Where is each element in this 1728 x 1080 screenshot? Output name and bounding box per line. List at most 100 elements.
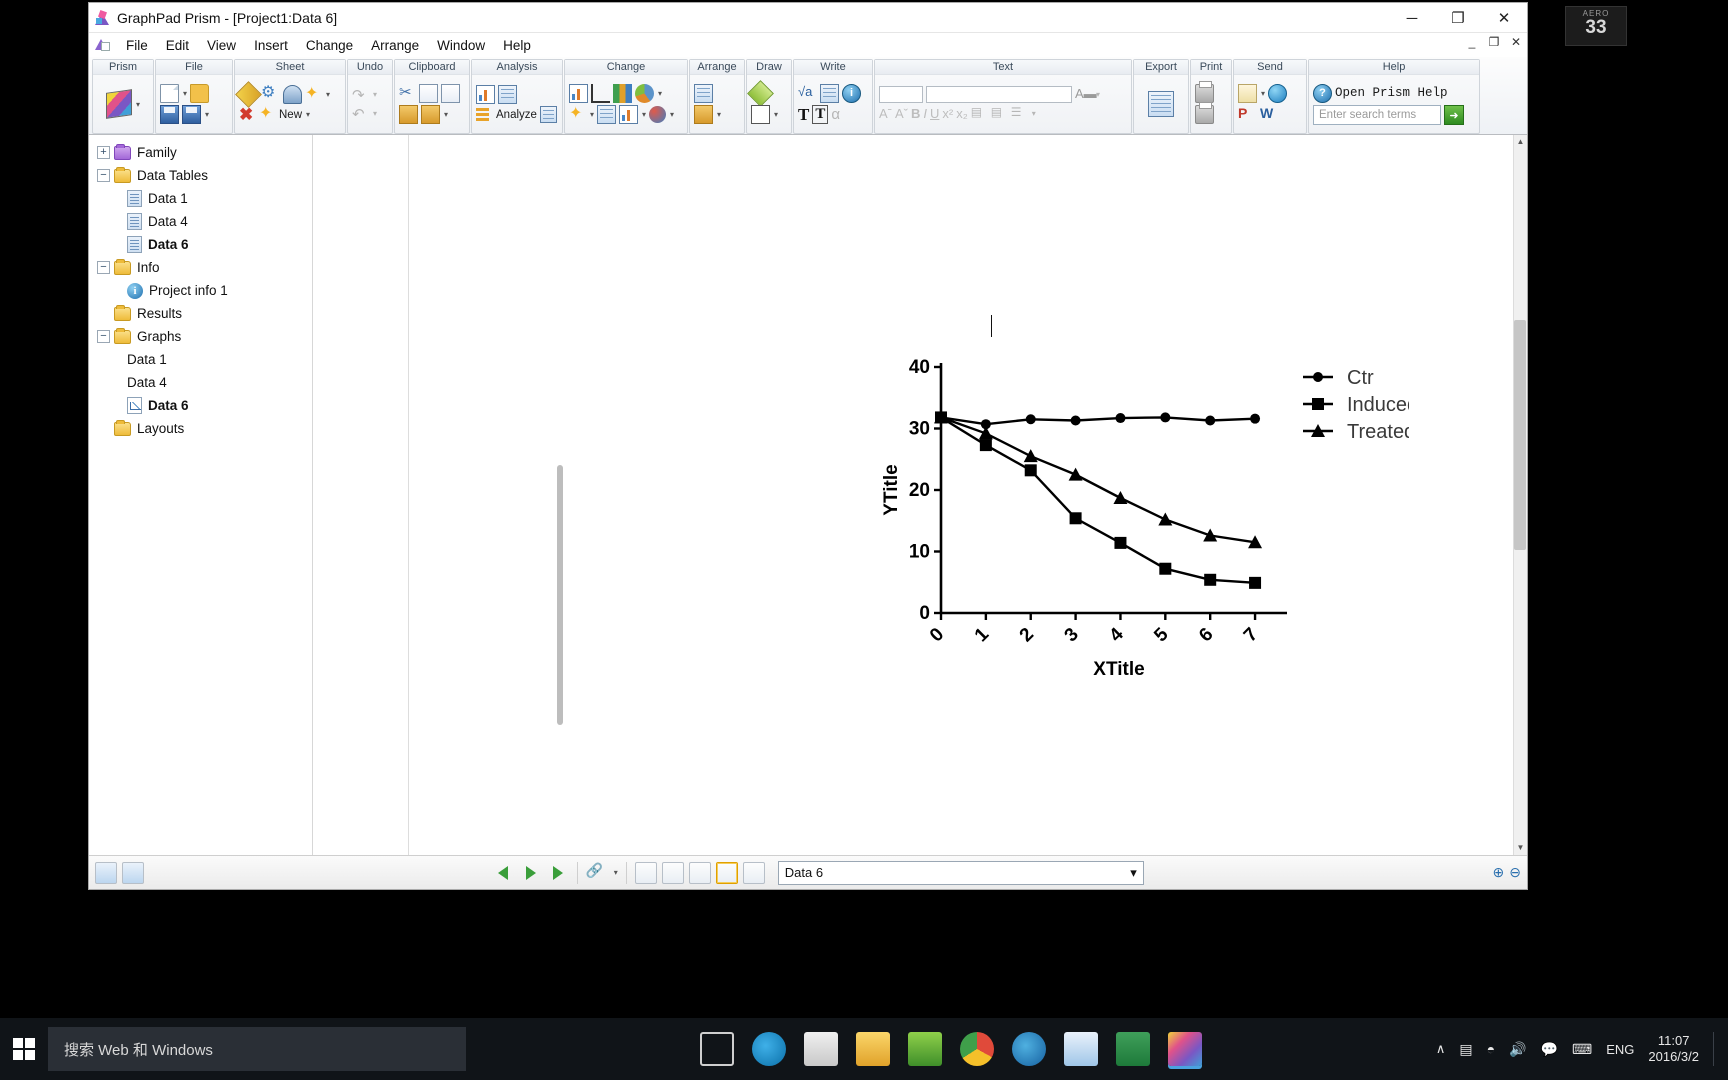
new-sheet-star-icon[interactable]: ✦ xyxy=(259,106,276,123)
sidebar-item-graphs[interactable]: − Graphs xyxy=(93,325,312,348)
zoom-in-button[interactable]: ⊕ xyxy=(1493,864,1505,881)
duplicate-sheet-icon[interactable] xyxy=(283,85,302,104)
sheet-selector-dropdown[interactable]: Data 6 ▾ xyxy=(777,860,1144,885)
analyze-label[interactable]: Analyze xyxy=(496,109,537,121)
equation-icon[interactable]: √a xyxy=(798,84,817,103)
pin-sheet-icon[interactable]: ✦ xyxy=(305,86,322,103)
mdi-restore-button[interactable]: ❐ xyxy=(1487,35,1501,49)
show-desktop-button[interactable] xyxy=(1713,1032,1714,1066)
sidebar-item-family[interactable]: + Family xyxy=(93,141,312,164)
print-icon[interactable] xyxy=(1195,81,1214,103)
sidebar-item-graph-data-4[interactable]: Data 4 xyxy=(93,371,312,394)
prism-taskbar-icon[interactable] xyxy=(1167,1032,1202,1066)
change-symbols-icon[interactable] xyxy=(635,84,654,103)
send-email-caret-icon[interactable]: ▾ xyxy=(1261,89,1265,98)
close-button[interactable]: ✕ xyxy=(1481,3,1527,33)
scroll-up-arrow-icon[interactable]: ▲ xyxy=(1514,135,1527,149)
cut-icon[interactable]: ✂ xyxy=(399,85,416,102)
insert-info-icon[interactable]: i xyxy=(842,84,861,104)
link-caret-icon[interactable]: ▾ xyxy=(614,868,618,877)
decrease-font-button[interactable]: Aˇ xyxy=(895,106,908,121)
chrome-browser-icon[interactable] xyxy=(959,1032,994,1066)
goto-info-icon[interactable] xyxy=(661,861,684,884)
new-sheet-label[interactable]: New xyxy=(279,109,302,121)
tray-battery-icon[interactable]: ▤ xyxy=(1459,1041,1472,1058)
sidebar-item-project-info-1[interactable]: i Project info 1 xyxy=(93,279,312,302)
messenger-icon[interactable] xyxy=(907,1032,942,1066)
taskbar-search-input[interactable]: 搜索 Web 和 Windows xyxy=(48,1027,466,1071)
graph-canvas-area[interactable]: 0 10 20 30 40 0 12 3456 7 XTitle YTitle Ctr Induced T… xyxy=(313,135,1527,855)
undo-icon[interactable]: ↶ xyxy=(352,105,369,123)
open-prism-help-button[interactable]: Open Prism Help xyxy=(1335,86,1448,100)
draw-shape-icon[interactable] xyxy=(747,80,774,107)
goto-sheet-button[interactable] xyxy=(547,862,569,884)
taskbar-clock[interactable]: 11:07 2016/3/2 xyxy=(1648,1033,1699,1066)
text-tool-icon[interactable]: T xyxy=(798,106,809,123)
underline-button[interactable]: U xyxy=(930,106,939,121)
tray-expand-chevron-icon[interactable]: ∧ xyxy=(1436,1041,1446,1057)
help-question-icon[interactable]: ? xyxy=(1313,83,1332,103)
draw-rectangle-icon[interactable] xyxy=(751,105,770,124)
tray-network-icon[interactable]: ◓ xyxy=(1487,1041,1495,1057)
sidebar-item-layouts[interactable]: Layouts xyxy=(93,417,312,440)
sidebar-item-data-table-1[interactable]: Data 1 xyxy=(93,187,312,210)
zoom-out-button[interactable]: ⊖ xyxy=(1509,864,1521,881)
export-image-icon[interactable] xyxy=(1148,91,1174,117)
goto-results-icon[interactable] xyxy=(688,861,711,884)
change-data-icon[interactable] xyxy=(619,105,639,124)
tray-language-indicator[interactable]: ENG xyxy=(1606,1042,1634,1057)
start-button[interactable] xyxy=(0,1018,48,1080)
greek-symbol-icon[interactable]: α xyxy=(831,106,848,123)
magic-icon[interactable]: ✦ xyxy=(569,106,586,123)
redo-icon[interactable]: ↷ xyxy=(352,86,369,104)
font-family-select[interactable] xyxy=(926,86,1072,103)
goto-data-table-icon[interactable] xyxy=(634,861,657,884)
send-word-icon[interactable]: W xyxy=(1260,105,1279,124)
sheet-caret-icon[interactable]: ▾ xyxy=(326,90,330,99)
indent-decrease-icon[interactable]: ▤ xyxy=(971,105,988,122)
menu-item-arrange[interactable]: Arrange xyxy=(362,36,428,55)
prism-cube-icon[interactable] xyxy=(105,89,132,119)
sidebar-item-results[interactable]: Results xyxy=(93,302,312,325)
sidebar-item-data-tables[interactable]: − Data Tables xyxy=(93,164,312,187)
excel-icon[interactable] xyxy=(1115,1032,1150,1066)
expander-minus-icon[interactable]: − xyxy=(97,261,110,274)
goto-layout-icon[interactable] xyxy=(742,861,765,884)
store-icon[interactable] xyxy=(803,1032,838,1066)
copy-icon[interactable] xyxy=(419,84,438,103)
graphing-app-icon[interactable] xyxy=(1063,1032,1098,1066)
subscript-button[interactable]: x₂ xyxy=(956,106,968,121)
send-email-icon[interactable] xyxy=(1238,84,1257,103)
show-family-icon[interactable] xyxy=(122,861,144,884)
magic-caret-icon[interactable]: ▾ xyxy=(590,110,594,119)
tray-action-center-icon[interactable]: 💬 xyxy=(1541,1041,1558,1058)
font-size-select[interactable] xyxy=(879,86,923,103)
new-sheet-caret-icon[interactable]: ▾ xyxy=(306,110,310,119)
menu-item-change[interactable]: Change xyxy=(297,36,362,55)
graph-svg[interactable]: 0 10 20 30 40 0 12 3456 7 XTitle YTitle Ctr Induced T… xyxy=(869,345,1418,695)
paste-special-icon[interactable] xyxy=(421,105,440,124)
text-box-tool-icon[interactable]: T xyxy=(812,105,829,124)
sheet-options-icon[interactable]: ⚙ xyxy=(261,85,280,104)
maximize-button[interactable]: ❐ xyxy=(1435,3,1481,33)
open-file-icon[interactable] xyxy=(190,84,210,103)
italic-button[interactable]: I xyxy=(923,106,927,121)
mdi-close-button[interactable]: ✕ xyxy=(1509,35,1523,49)
chevron-down-icon[interactable]: ▾ xyxy=(1130,865,1137,881)
send-web-icon[interactable] xyxy=(1268,84,1288,103)
analysis-extra-icon[interactable] xyxy=(539,106,557,123)
indent-increase-icon[interactable]: ▤ xyxy=(991,105,1008,122)
sidebar-item-graph-data-1[interactable]: Data 1 xyxy=(93,348,312,371)
align-objects-icon[interactable] xyxy=(694,105,713,124)
save-caret-icon[interactable]: ▾ xyxy=(205,110,209,119)
next-sheet-button[interactable] xyxy=(520,862,542,884)
save-as-icon[interactable] xyxy=(182,105,201,124)
sidebar-item-data-table-6[interactable]: Data 6 xyxy=(93,233,312,256)
prism-dropdown-caret-icon[interactable]: ▾ xyxy=(136,100,140,109)
change-symbols-caret-icon[interactable]: ▾ xyxy=(658,89,662,98)
tray-keyboard-icon[interactable]: ⌨ xyxy=(1572,1041,1592,1058)
menu-item-window[interactable]: Window xyxy=(428,36,494,55)
edge-browser-icon[interactable] xyxy=(751,1032,786,1066)
delete-sheet-icon[interactable]: ✖ xyxy=(239,106,256,123)
menu-item-help[interactable]: Help xyxy=(494,36,540,55)
